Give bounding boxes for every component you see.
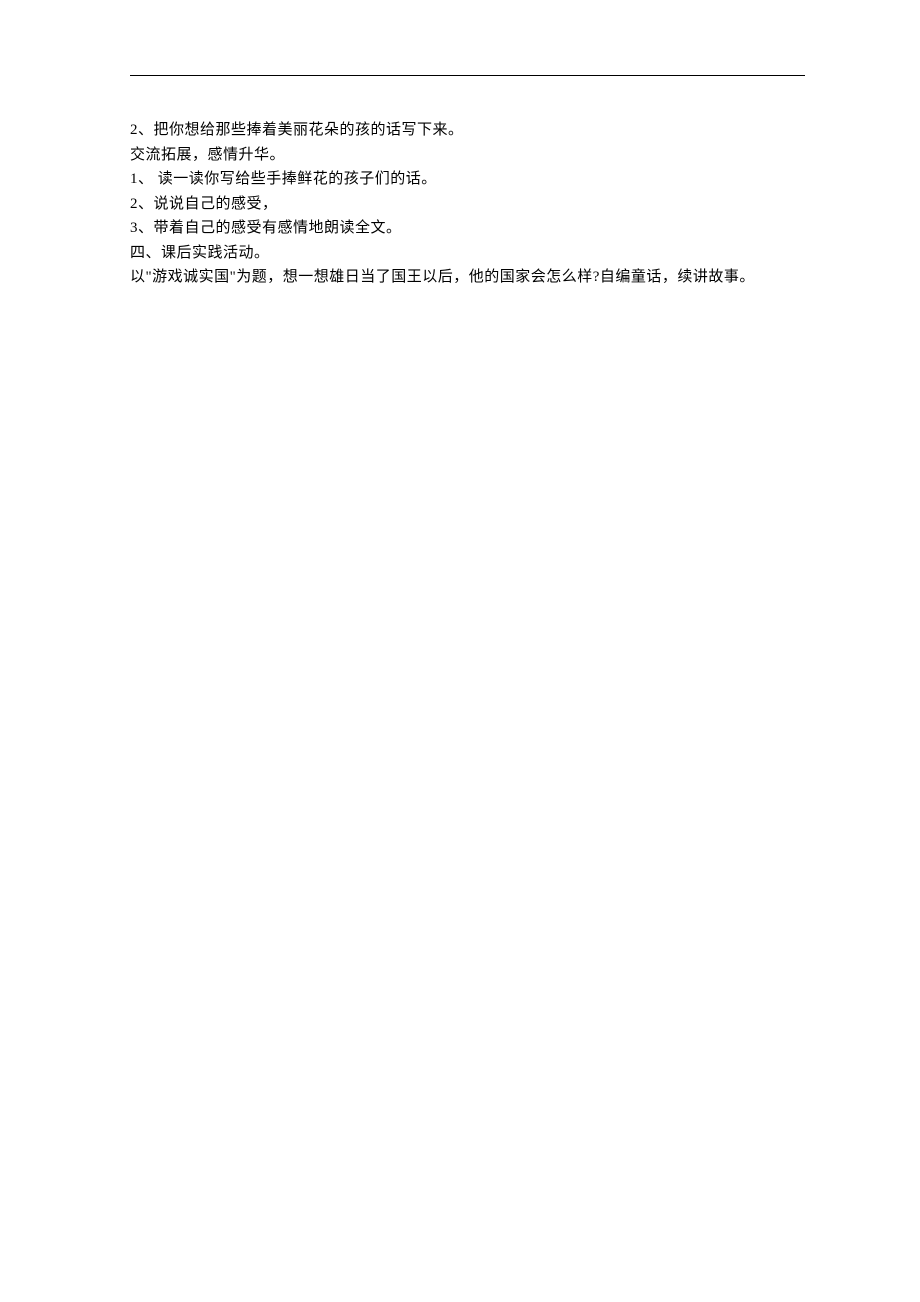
text-line: 以"游戏诚实国"为题，想一想雄日当了国王以后，他的国家会怎么样?自编童话，续讲故… xyxy=(130,265,805,290)
document-content: 2、把你想给那些捧着美丽花朵的孩的话写下来。 交流拓展，感情升华。 1、 读一读… xyxy=(130,118,805,290)
horizontal-divider xyxy=(130,75,805,76)
text-line: 2、把你想给那些捧着美丽花朵的孩的话写下来。 xyxy=(130,118,805,143)
page-container: 2、把你想给那些捧着美丽花朵的孩的话写下来。 交流拓展，感情升华。 1、 读一读… xyxy=(0,0,920,290)
text-line: 1、 读一读你写给些手捧鲜花的孩子们的话。 xyxy=(130,167,805,192)
text-line: 四、课后实践活动。 xyxy=(130,241,805,266)
text-line: 交流拓展，感情升华。 xyxy=(130,143,805,168)
text-line: 2、说说自己的感受， xyxy=(130,192,805,217)
text-line: 3、带着自己的感受有感情地朗读全文。 xyxy=(130,216,805,241)
